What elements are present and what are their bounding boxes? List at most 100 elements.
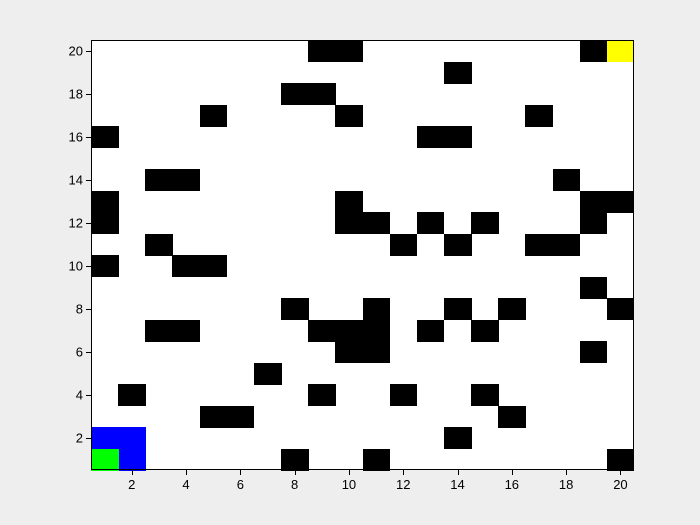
grid-cell <box>607 298 635 320</box>
x-tick <box>458 470 459 475</box>
grid-cell <box>145 320 173 342</box>
y-tick-label: 16 <box>61 129 83 144</box>
grid-cell <box>471 384 499 406</box>
grid-cell <box>308 384 336 406</box>
grid-cell <box>172 255 200 277</box>
grid-cell <box>91 191 119 213</box>
grid-cell <box>363 298 391 320</box>
grid-cell <box>553 234 581 256</box>
grid-cell <box>200 406 228 428</box>
x-tick <box>186 470 187 475</box>
x-tick-label: 8 <box>291 477 298 492</box>
y-tick-label: 8 <box>61 301 83 316</box>
grid-cell <box>525 234 553 256</box>
y-tick <box>86 137 91 138</box>
figure-window: 2 4 6 8 10 12 14 16 18 20 2 4 6 8 10 12 14 16 18 20 <box>0 0 700 525</box>
y-tick <box>86 395 91 396</box>
grid-cell <box>471 212 499 234</box>
grid-cell <box>91 126 119 148</box>
y-tick-label: 12 <box>61 215 83 230</box>
grid-cell <box>553 169 581 191</box>
y-tick-label: 14 <box>61 172 83 187</box>
x-tick-label: 6 <box>237 477 244 492</box>
grid-cell <box>363 341 391 363</box>
y-tick <box>86 309 91 310</box>
y-tick-label: 6 <box>61 344 83 359</box>
grid-cell <box>417 320 445 342</box>
y-tick-label: 18 <box>61 86 83 101</box>
grid-cell <box>417 212 445 234</box>
grid-cell <box>444 234 472 256</box>
x-tick <box>566 470 567 475</box>
grid-cell <box>335 320 363 342</box>
grid-cell <box>308 40 336 62</box>
x-tick-label: 12 <box>396 477 410 492</box>
x-tick-label: 16 <box>505 477 519 492</box>
grid-cell <box>335 191 363 213</box>
grid-cell <box>390 234 418 256</box>
grid-cell <box>172 320 200 342</box>
y-tick <box>86 352 91 353</box>
grid-cell <box>580 40 608 62</box>
y-tick-label: 10 <box>61 258 83 273</box>
grid-cell <box>444 298 472 320</box>
grid-cell <box>444 62 472 84</box>
grid-cell <box>145 169 173 191</box>
grid-cell <box>363 212 391 234</box>
grid-cell <box>363 320 391 342</box>
grid-cell <box>91 427 119 449</box>
grid-cell <box>145 234 173 256</box>
y-tick-label: 20 <box>61 43 83 58</box>
grid-cell <box>91 255 119 277</box>
grid-cell <box>498 298 526 320</box>
grid-cell <box>498 406 526 428</box>
grid-cell <box>417 126 445 148</box>
grid-cell <box>200 105 228 127</box>
grid-cell <box>172 169 200 191</box>
y-tick <box>86 438 91 439</box>
grid-cell <box>607 40 635 62</box>
x-tick-label: 18 <box>559 477 573 492</box>
grid-cell <box>444 427 472 449</box>
grid-cell <box>335 40 363 62</box>
grid-cell <box>91 212 119 234</box>
grid-cell <box>281 298 309 320</box>
grid-map-axes <box>91 40 634 470</box>
grid-cell <box>118 384 146 406</box>
grid-cell <box>227 406 255 428</box>
y-tick <box>86 223 91 224</box>
x-tick <box>295 470 296 475</box>
grid-cell <box>118 449 146 471</box>
x-tick-label: 2 <box>128 477 135 492</box>
x-tick <box>240 470 241 475</box>
x-tick-label: 10 <box>342 477 356 492</box>
grid-cell <box>580 277 608 299</box>
grid-cell <box>308 83 336 105</box>
x-tick-label: 14 <box>450 477 464 492</box>
y-tick-label: 4 <box>61 387 83 402</box>
y-tick <box>86 180 91 181</box>
grid-cell <box>91 449 119 471</box>
x-tick-label: 4 <box>182 477 189 492</box>
grid-cell <box>580 341 608 363</box>
x-tick <box>512 470 513 475</box>
grid-cell <box>444 126 472 148</box>
x-tick <box>349 470 350 475</box>
grid-cell <box>390 384 418 406</box>
grid-cell <box>471 320 499 342</box>
grid-cell <box>118 427 146 449</box>
grid-cell <box>281 83 309 105</box>
grid-cell <box>335 341 363 363</box>
x-tick <box>132 470 133 475</box>
grid-cell <box>335 105 363 127</box>
grid-cell <box>200 255 228 277</box>
grid-cell <box>525 105 553 127</box>
grid-cell <box>281 449 309 471</box>
y-tick <box>86 94 91 95</box>
y-tick-label: 2 <box>61 430 83 445</box>
x-tick <box>403 470 404 475</box>
y-tick <box>86 51 91 52</box>
grid-cell <box>580 212 608 234</box>
x-tick-label: 20 <box>613 477 627 492</box>
grid-cell <box>335 212 363 234</box>
